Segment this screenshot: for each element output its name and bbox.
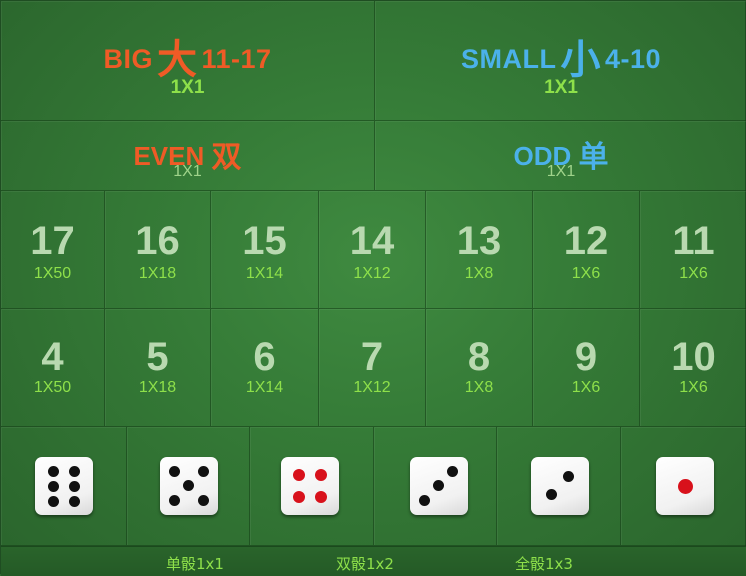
bet-die-6[interactable]	[1, 427, 127, 546]
total-number: 14	[349, 219, 395, 263]
bet-total-6[interactable]: 6 1X14	[211, 309, 319, 427]
bet-total-11[interactable]: 11 1X6	[640, 191, 746, 309]
total-number: 10	[671, 335, 716, 379]
bet-total-8[interactable]: 8 1X8	[426, 309, 533, 427]
total-number: 7	[360, 335, 384, 379]
bet-small[interactable]: SMALL 小 4-10 1X1	[375, 1, 746, 121]
bet-die-1[interactable]	[621, 427, 746, 546]
total-payout: 1X8	[464, 265, 494, 282]
total-payout: 1X6	[679, 379, 708, 396]
total-number: 9	[574, 335, 598, 379]
bet-big-label: BIG	[103, 44, 153, 74]
die-one-icon	[656, 457, 714, 515]
total-number: 5	[146, 335, 169, 379]
bet-die-4[interactable]	[250, 427, 374, 546]
bet-big[interactable]: BIG 大 11-17 1X1	[1, 1, 375, 121]
die-four-icon	[281, 457, 339, 515]
total-number: 17	[30, 219, 75, 263]
bet-total-5[interactable]: 5 1X18	[105, 309, 211, 427]
bet-small-range: 4-10	[604, 44, 662, 74]
bet-odd-payout: 1X1	[546, 163, 576, 180]
total-number: 8	[467, 335, 491, 379]
bet-total-17[interactable]: 17 1X50	[1, 191, 105, 309]
legend-single: 单骰1x1	[166, 555, 224, 573]
bet-total-9[interactable]: 9 1X6	[533, 309, 640, 427]
total-payout: 1X50	[33, 265, 72, 282]
bet-total-14[interactable]: 14 1X12	[319, 191, 426, 309]
total-number: 12	[563, 219, 609, 263]
bet-total-13[interactable]: 13 1X8	[426, 191, 533, 309]
total-number: 11	[672, 219, 715, 263]
total-payout: 1X12	[353, 379, 391, 396]
total-payout: 1X18	[138, 265, 177, 282]
die-five-icon	[160, 457, 218, 515]
total-number: 4	[41, 335, 64, 379]
total-payout: 1X6	[571, 379, 601, 396]
total-payout: 1X50	[33, 379, 72, 396]
bet-die-3[interactable]	[374, 427, 497, 546]
bet-total-12[interactable]: 12 1X6	[533, 191, 640, 309]
sicbo-board: BIG 大 11-17 1X1 SMALL 小 4-10 1X1 EVEN 双 1X1 …	[0, 0, 746, 576]
total-payout: 1X6	[571, 265, 601, 282]
bet-small-payout: 1X1	[544, 77, 578, 98]
total-number: 6	[253, 335, 276, 379]
total-payout: 1X14	[245, 379, 284, 396]
bet-die-5[interactable]	[127, 427, 250, 546]
bet-total-15[interactable]: 15 1X14	[211, 191, 319, 309]
bet-small-cjk: 小	[560, 38, 601, 82]
total-number: 13	[456, 219, 502, 263]
bet-small-label: SMALL	[460, 44, 557, 74]
die-six-icon	[35, 457, 93, 515]
legend-triple: 全骰1x3	[515, 555, 573, 573]
total-payout: 1X8	[464, 379, 494, 396]
total-number: 15	[242, 219, 287, 263]
bet-big-cjk: 大	[156, 38, 198, 82]
bet-big-payout: 1X1	[170, 77, 205, 98]
bet-odd[interactable]: ODD 单 1X1	[375, 121, 746, 191]
legend-double: 双骰1x2	[336, 555, 394, 573]
bet-total-16[interactable]: 16 1X18	[105, 191, 211, 309]
die-three-icon	[410, 457, 468, 515]
total-payout: 1X14	[245, 265, 284, 282]
bet-big-range: 11-17	[201, 44, 272, 74]
bet-total-7[interactable]: 7 1X12	[319, 309, 426, 427]
die-two-icon	[531, 457, 589, 515]
bet-die-2[interactable]	[497, 427, 621, 546]
payout-legend: 单骰1x1 双骰1x2 全骰1x3	[1, 546, 746, 576]
total-number: 16	[135, 219, 180, 263]
total-payout: 1X18	[138, 379, 177, 396]
bet-total-4[interactable]: 4 1X50	[1, 309, 105, 427]
bet-total-10[interactable]: 10 1X6	[640, 309, 746, 427]
total-payout: 1X6	[679, 265, 708, 282]
total-payout: 1X12	[353, 265, 391, 282]
bet-even-payout: 1X1	[173, 163, 202, 180]
bet-even[interactable]: EVEN 双 1X1	[1, 121, 375, 191]
